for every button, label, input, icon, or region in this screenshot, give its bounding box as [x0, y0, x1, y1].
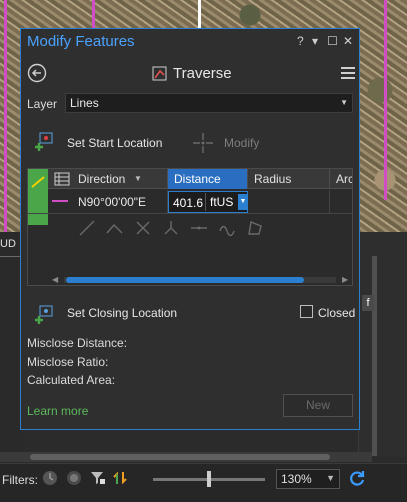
unit-value: ftUS [210, 195, 234, 209]
pane-title: Modify Features [27, 33, 135, 50]
misclose-distance-label: Misclose Distance: [27, 336, 128, 350]
closed-checkbox[interactable] [300, 305, 313, 318]
close-button[interactable]: ✕ [343, 34, 353, 48]
menu-icon[interactable] [341, 67, 355, 79]
delete-segment-icon[interactable] [134, 219, 152, 237]
modify-button: Modify [224, 136, 260, 150]
chevron-down-icon: ▼ [340, 98, 348, 107]
zoom-slider-thumb[interactable] [207, 471, 211, 487]
cell-direction[interactable]: N90°00'00"E [72, 190, 168, 214]
map-feature-line [92, 0, 95, 30]
maximize-button[interactable]: ☐ [327, 34, 338, 48]
status-bar [0, 463, 407, 502]
column-header-distance[interactable]: Distance [168, 169, 248, 189]
grid-header: Direction ▼ Distance Radius Arc [28, 169, 352, 189]
cell-radius[interactable] [248, 190, 330, 214]
direction-line-icon [52, 200, 68, 202]
table-icon[interactable] [54, 172, 70, 186]
map-feature-line [198, 0, 201, 30]
scrollbar-thumb[interactable] [66, 277, 304, 283]
modify-features-pane: Modify Features ? ▾ ☐ ✕ Traverse Layer L… [20, 28, 360, 430]
curve-segment-icon[interactable] [218, 219, 236, 237]
angle-segment-icon[interactable] [106, 219, 124, 237]
line-segment-icon [31, 176, 45, 188]
closed-checkbox-label[interactable]: Closed [318, 306, 355, 320]
chevron-down-icon: ▼ [326, 473, 335, 483]
tool-name: Traverse [173, 65, 232, 82]
range-filter-icon[interactable] [66, 470, 82, 486]
layer-select[interactable]: Lines ▼ [65, 93, 353, 113]
right-panel-tab[interactable]: f [362, 295, 374, 311]
split-segment-icon[interactable] [162, 219, 180, 237]
set-start-location-icon[interactable] [35, 131, 55, 153]
set-closing-location-button[interactable]: Set Closing Location [67, 306, 177, 320]
column-header-radius[interactable]: Radius [248, 169, 330, 189]
app-right-panel [358, 232, 407, 457]
zoom-level-value: 130% [281, 472, 312, 486]
scroll-right-icon[interactable]: ▶ [342, 275, 348, 284]
map-scrollbar-thumb[interactable] [30, 454, 330, 460]
straight-segment-icon[interactable] [78, 219, 96, 237]
set-start-location-button[interactable]: Set Start Location [67, 136, 162, 150]
snapping-icon[interactable] [112, 470, 128, 486]
distance-input[interactable]: 401.6 ftUS ▼ [168, 191, 248, 213]
horizontal-segment-icon[interactable] [190, 219, 208, 237]
column-header-direction[interactable]: Direction ▼ [72, 169, 168, 189]
learn-more-link[interactable]: Learn more [27, 404, 88, 418]
filter-icon[interactable] [90, 470, 106, 486]
polygon-segment-icon[interactable] [246, 219, 264, 237]
layer-label: Layer [27, 97, 58, 111]
traverse-icon [152, 66, 167, 81]
left-panel-tab-underline [0, 256, 22, 257]
misclose-ratio-label: Misclose Ratio: [27, 355, 109, 369]
table-row[interactable]: N90°00'00"E 401.6 ftUS ▼ [28, 190, 352, 214]
new-button: New [283, 394, 353, 417]
layer-select-value: Lines [70, 96, 99, 110]
column-header-arc[interactable]: Arc [330, 169, 352, 189]
unit-select[interactable]: ftUS ▼ [205, 193, 249, 211]
chevron-down-icon[interactable]: ▼ [238, 194, 248, 210]
left-panel-tab[interactable]: UD [0, 238, 16, 250]
calculated-area-label: Calculated Area: [27, 373, 116, 387]
grid-horizontal-scrollbar[interactable]: ◀ ▶ [52, 274, 352, 284]
cell-arc[interactable] [330, 190, 352, 214]
map-horizontal-scrollbar[interactable] [0, 452, 372, 462]
zoom-level-select[interactable]: 130% ▼ [276, 469, 340, 489]
right-panel-scrollbar[interactable] [372, 256, 377, 456]
pane-options-button[interactable]: ▾ [312, 34, 318, 48]
time-filter-icon[interactable] [42, 470, 58, 486]
help-button[interactable]: ? [297, 34, 304, 48]
filters-label: Filters: [2, 473, 38, 487]
title-bar[interactable]: Modify Features ? ▾ ☐ ✕ [21, 29, 359, 54]
chevron-down-icon: ▼ [134, 174, 142, 183]
map-feature-line [4, 0, 7, 232]
modify-crosshair-icon [193, 133, 213, 153]
refresh-icon[interactable] [348, 469, 366, 487]
column-header-label: Direction [78, 172, 126, 186]
distance-value: 401.6 [173, 196, 204, 210]
traverse-grid: Direction ▼ Distance Radius Arc N90°00'0… [27, 168, 353, 286]
scroll-left-icon[interactable]: ◀ [52, 275, 58, 284]
back-arrow-icon[interactable] [27, 63, 47, 83]
map-feature-line [384, 0, 387, 200]
set-closing-location-icon[interactable] [35, 304, 55, 326]
